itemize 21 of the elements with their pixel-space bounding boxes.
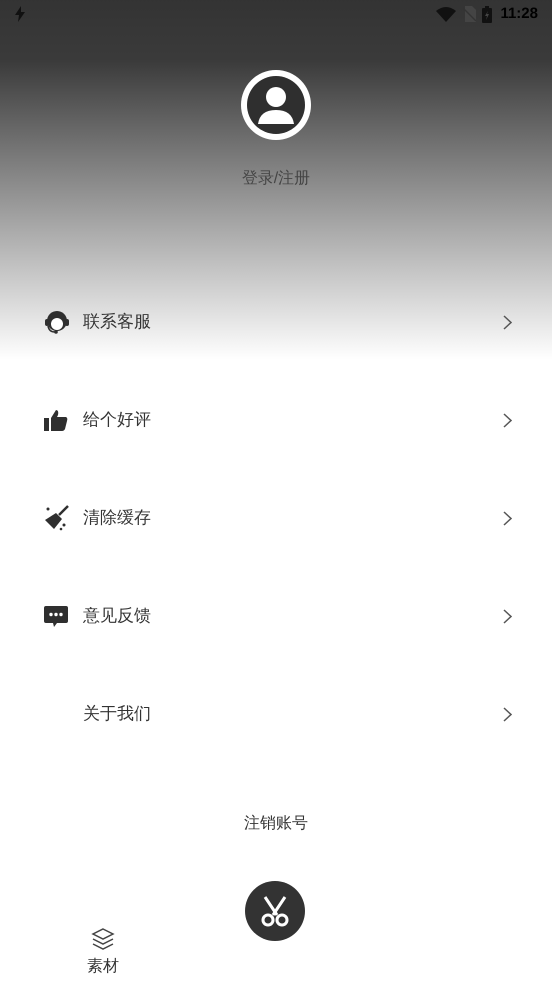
broom-icon bbox=[44, 505, 70, 531]
chevron-right-icon bbox=[503, 608, 512, 624]
menu-item[interactable]: 给个好评 bbox=[0, 371, 552, 469]
chat-bubble-icon bbox=[44, 604, 68, 628]
thumbs-up-icon bbox=[44, 408, 68, 432]
menu-item[interactable]: 意见反馈 bbox=[0, 567, 552, 665]
chevron-right-icon bbox=[503, 510, 512, 526]
chevron-right-icon bbox=[503, 706, 512, 722]
menu-item[interactable]: 清除缓存 bbox=[0, 469, 552, 567]
wifi-icon bbox=[436, 6, 456, 22]
logout-link[interactable]: 注销账号 bbox=[244, 814, 308, 834]
layers-icon bbox=[91, 927, 115, 951]
battery-icon bbox=[482, 6, 492, 22]
scissors-icon bbox=[259, 895, 291, 927]
menu-item[interactable]: 联系客服 bbox=[0, 273, 552, 371]
headset-icon bbox=[44, 309, 70, 335]
chevron-right-icon bbox=[503, 412, 512, 428]
menu-item[interactable]: 关于我们 bbox=[0, 665, 552, 763]
nav-tab[interactable]: 素材 bbox=[0, 927, 206, 983]
chevron-right-icon bbox=[503, 314, 512, 330]
flash-icon bbox=[14, 6, 26, 22]
